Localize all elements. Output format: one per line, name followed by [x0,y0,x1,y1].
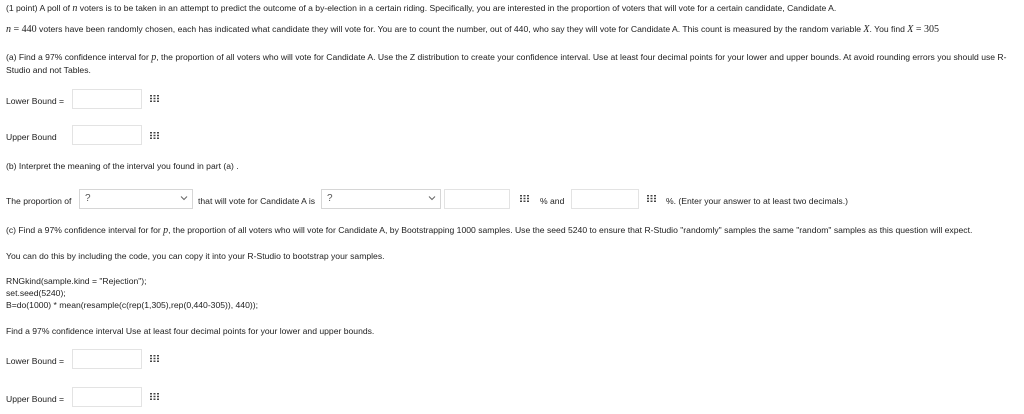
grid-icon[interactable] [150,132,159,139]
percent-upper-input[interactable] [571,189,639,209]
population-select[interactable]: ? [79,189,193,209]
data-text: voters have been randomly chosen, each h… [36,24,864,34]
percent-and-label: % and [540,196,565,206]
comparison-select-value: ? [327,193,333,204]
upper-bound-a-label: Upper Bound [6,132,57,142]
code-line-2: set.seed(5240); [6,288,66,298]
part-c-hint: You can do this by including the code, y… [6,251,385,261]
x-value: = 305 [913,24,940,35]
intro-text-rest: voters is to be taken in an attempt to p… [77,3,837,13]
part-c-text: (c) Find a 97% confidence interval for f… [6,225,164,235]
lower-bound-a-label: Lower Bound = [6,96,65,106]
part-a-text: (a) Find a 97% confidence interval for [6,52,152,62]
part-b-suffix: %. (Enter your answer to at least two de… [666,196,848,206]
problem-data-line: n = 440 voters have been randomly chosen… [6,24,939,35]
part-c-question: (c) Find a 97% confidence interval for f… [6,225,972,236]
part-a-question-cont: Studio and not Tables. [6,65,91,75]
grid-icon[interactable] [520,195,529,202]
code-line-1: RNGkind(sample.kind = "Rejection"); [6,276,147,286]
part-a-text-2: , the proportion of all voters who will … [156,52,1007,62]
upper-bound-a-input[interactable] [72,125,142,145]
percent-lower-input[interactable] [444,189,510,209]
problem-intro: (1 point) A poll of n voters is to be ta… [6,3,836,14]
part-b-middle: that will vote for Candidate A is [198,196,316,206]
code-line-3: B=do(1000) * mean(resample(c(rep(1,305),… [6,300,258,310]
grid-icon[interactable] [647,195,656,202]
upper-bound-c-label: Upper Bound = [6,394,65,404]
upper-bound-c-input[interactable] [72,387,142,407]
lower-bound-a-input[interactable] [72,89,142,109]
data-text-2: . You find [869,24,908,34]
population-select-value: ? [85,193,91,204]
intro-text: (1 point) A poll of [6,3,73,13]
comparison-select[interactable]: ? [321,189,441,209]
chevron-down-icon [180,196,188,201]
part-a-question: (a) Find a 97% confidence interval for p… [6,52,1007,63]
lower-bound-c-input[interactable] [72,349,142,369]
grid-icon[interactable] [150,355,159,362]
grid-icon[interactable] [150,393,159,400]
chevron-down-icon [428,196,436,201]
part-c-instruction: Find a 97% confidence interval Use at le… [6,326,375,336]
grid-icon[interactable] [150,95,159,102]
part-b-prefix: The proportion of [6,196,72,206]
n-value: = 440 [11,24,37,35]
part-c-text-2: , the proportion of all voters who will … [168,225,973,235]
lower-bound-c-label: Lower Bound = [6,356,65,366]
part-b-question: (b) Interpret the meaning of the interva… [6,161,239,171]
